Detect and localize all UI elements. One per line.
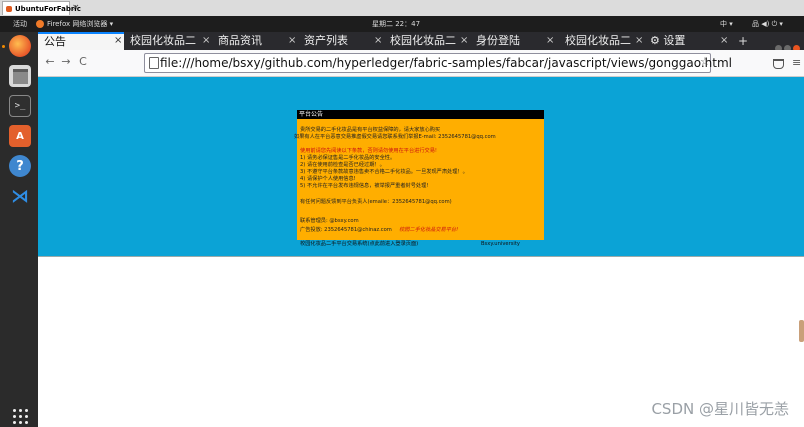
page-viewport: 平台公告 贵所交易的二手化妆品是有平台权益保障的，请大家放心购买 如果有人在平台… xyxy=(38,77,804,427)
dock-active-indicator xyxy=(2,45,5,48)
tab-close-icon[interactable]: × xyxy=(374,32,382,50)
footer-university: Bsxy.university xyxy=(481,241,520,247)
gnome-top-bar: 活动 Firefox 网络浏览器 ▾ 星期二 22：47 中 ▾ 品 ◀) ⏻ … xyxy=(0,16,804,32)
window-controls xyxy=(773,37,800,52)
url-text: file:///home/bsxy/github.com/hyperledger… xyxy=(160,56,732,70)
vm-titlebar: UbuntuForFabric × xyxy=(0,0,804,17)
navigation-toolbar: ← → C file:///home/bsxy/github.com/hyper… xyxy=(38,50,804,77)
notice-panel: 平台公告 贵所交易的二手化妆品是有平台权益保障的，请大家放心购买 如果有人在平台… xyxy=(294,110,544,240)
tab-label: 校园化妆品二 xyxy=(390,34,456,47)
back-button[interactable]: ← xyxy=(42,54,58,70)
terminal-icon[interactable]: >_ xyxy=(9,95,31,117)
app-menu[interactable]: Firefox 网络浏览器 ▾ xyxy=(47,16,113,32)
dock: >_ A ? ⋊ xyxy=(0,32,38,427)
system-status-icons[interactable]: 品 ◀) ⏻ ▾ xyxy=(752,16,783,32)
notice-line: 3) 不遵守平台条款故意违售卖不合格二手化妆品。一旦发现严肃处理！。 xyxy=(300,169,468,175)
tab-close-icon[interactable]: × xyxy=(460,32,468,50)
ad-contact: 广告投放: 2352645781@chinaz.com xyxy=(300,227,392,233)
reload-button[interactable]: C xyxy=(75,54,91,70)
vm-tab-title: UbuntuForFabric xyxy=(15,5,81,13)
tab-label: 商品资讯 xyxy=(218,34,262,47)
notice-line: 贵所交易的二手化妆品是有平台权益保障的，请大家放心购买 xyxy=(300,127,441,133)
firefox-icon[interactable] xyxy=(9,35,31,57)
forward-button[interactable]: → xyxy=(58,54,74,70)
notice-line: 5) 不允许在平台发布违规信息，被举报严重者封号处理! xyxy=(300,183,429,189)
new-tab-button[interactable]: + xyxy=(738,32,748,50)
tab-product-news[interactable]: 商品资讯 xyxy=(218,32,288,50)
software-icon[interactable]: A xyxy=(9,125,31,147)
help-icon[interactable]: ? xyxy=(9,155,31,177)
files-icon[interactable] xyxy=(9,65,31,87)
tab-campus-cosmetics-2[interactable]: 校园化妆品二 xyxy=(390,32,460,50)
clock[interactable]: 星期二 22：47 xyxy=(372,16,420,32)
bookmark-star-icon[interactable]: ☆ xyxy=(700,54,710,70)
notice-line: 如果有人在平台恶意交易推虚假交易请您联系我们举报E-mail: 23526457… xyxy=(294,134,496,140)
tab-label: 身份登陆 xyxy=(476,34,520,47)
tab-close-icon[interactable]: × xyxy=(720,32,728,50)
tab-identity-login[interactable]: 身份登陆 xyxy=(476,32,546,50)
vm-tab[interactable]: UbuntuForFabric xyxy=(2,1,81,15)
vm-icon xyxy=(6,6,12,12)
notice-title: 平台公告 xyxy=(297,110,544,119)
tab-close-icon[interactable]: × xyxy=(546,32,554,50)
platform-slogan: 校园二手化妆品交易平台! xyxy=(399,227,459,233)
tab-campus-cosmetics-1[interactable]: 校园化妆品二 xyxy=(130,32,200,50)
scrollbar-thumb[interactable] xyxy=(799,320,804,342)
page-icon xyxy=(149,57,159,69)
hamburger-menu-icon[interactable]: ≡ xyxy=(792,56,801,69)
notice-line: 4) 请保护个人使用信息! xyxy=(300,176,356,182)
tab-close-icon[interactable]: × xyxy=(288,32,296,50)
tab-close-icon[interactable]: × xyxy=(114,32,122,50)
footer-login-link[interactable]: 校园化妆品二手平台交易系统(点此前进入登录页面) xyxy=(300,240,418,249)
tab-label: 公告 xyxy=(44,35,66,48)
tab-label: 校园化妆品二 xyxy=(130,34,196,47)
notice-line-warning: 使用前请您先阅读以下条款，否则请勿使用在平台进行交易! xyxy=(300,148,437,154)
browser-tab-strip: 公告 × 校园化妆品二 × 商品资讯 × 资产列表 × 校园化妆品二 × 身份登… xyxy=(38,32,804,52)
tab-label: ⚙ 设置 xyxy=(650,34,686,47)
tab-asset-list[interactable]: 资产列表 xyxy=(304,32,374,50)
notice-line: 有任何问题反馈到平台负责人(emaile：2352645781@qq.com) xyxy=(300,199,452,205)
tab-campus-cosmetics-3[interactable]: 校园化妆品二 xyxy=(565,32,635,50)
folder-shape xyxy=(12,68,28,84)
notice-line: 1) 请务必保证售是二手化妆品的安全性。 xyxy=(300,155,396,161)
firefox-small-icon xyxy=(36,20,44,28)
notice-line: 2) 请在使用前检查是否已经过期！。 xyxy=(300,162,385,168)
url-bar[interactable]: file:///home/bsxy/github.com/hyperledger… xyxy=(144,53,732,73)
tab-close-icon[interactable]: × xyxy=(202,32,210,50)
tab-notice[interactable]: 公告 xyxy=(38,32,124,50)
vm-tab-close-icon[interactable]: × xyxy=(72,3,80,13)
activities-button[interactable]: 活动 xyxy=(13,16,27,32)
notice-line: 联系管理员: @bsxy.com xyxy=(300,218,359,224)
input-method-indicator[interactable]: 中 ▾ xyxy=(720,16,733,32)
tab-close-icon[interactable]: × xyxy=(635,32,643,50)
vscode-icon[interactable]: ⋊ xyxy=(9,185,31,207)
tab-label: 资产列表 xyxy=(304,34,348,47)
notice-footer: 校园化妆品二手平台交易系统(点此前进入登录页面) Bsxy.university xyxy=(297,240,544,249)
tab-label: 校园化妆品二 xyxy=(565,34,631,47)
csdn-watermark: CSDN @星川皆无恙 xyxy=(651,400,789,418)
show-applications-icon[interactable] xyxy=(13,409,29,425)
tab-settings[interactable]: ⚙ 设置 xyxy=(650,32,714,50)
pocket-icon[interactable] xyxy=(773,59,784,69)
